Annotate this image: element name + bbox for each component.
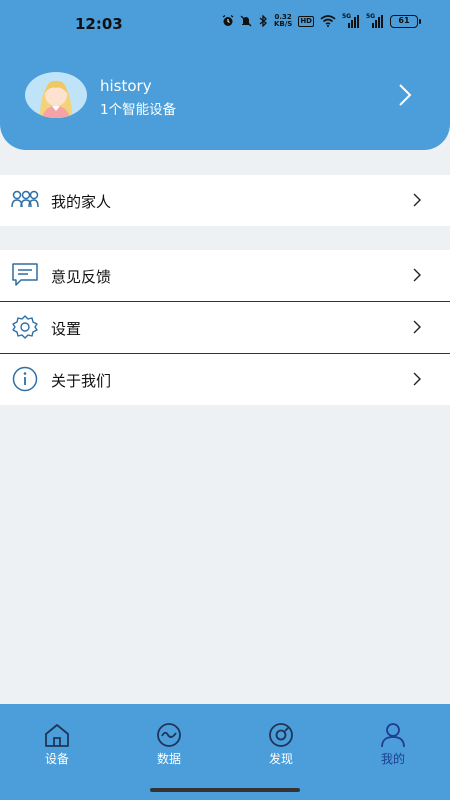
home-icon (45, 724, 69, 747)
feedback-icon (12, 263, 38, 286)
wifi-icon (320, 15, 336, 27)
tab-label-data: 数据 (156, 752, 181, 766)
bottom-tab-bar: 设备 数据 发现 我的 (0, 704, 450, 800)
bluetooth-icon (259, 15, 267, 27)
menu-label-about: 关于我们 (51, 372, 112, 390)
signal-5g-2: 5G (366, 13, 384, 28)
menu-item-family[interactable]: 我的家人 (0, 175, 450, 226)
tab-mine[interactable]: 我的 (363, 722, 423, 767)
family-icon (11, 190, 39, 208)
avatar[interactable] (25, 72, 87, 118)
hd-badge: HD (298, 15, 314, 27)
signal-5g-1: 5G (342, 13, 360, 28)
tab-devices[interactable]: 设备 (27, 722, 87, 767)
menu-group-settings: 意见反馈 设置 关于我们 (0, 250, 450, 405)
signal-bars-icon (348, 14, 359, 28)
chevron-right-icon (413, 372, 421, 386)
status-bar: 12:03 0.32 KB/S HD 5G 5G 61 (0, 0, 450, 46)
signal-bars-icon (372, 14, 383, 28)
menu-item-settings[interactable]: 设置 (0, 302, 450, 353)
gear-icon (12, 315, 38, 339)
menu-label-family: 我的家人 (51, 193, 112, 211)
battery-level: 61 (398, 15, 410, 25)
alarm-icon (222, 15, 234, 26)
tab-data[interactable]: 数据 (139, 722, 199, 767)
info-icon (12, 366, 38, 392)
status-time: 12:03 (75, 15, 123, 33)
chevron-right-icon (413, 268, 421, 282)
discover-icon (269, 723, 293, 747)
home-indicator[interactable] (150, 788, 300, 792)
profile-device-count: 1个智能设备 (100, 102, 177, 118)
profile-username: history (100, 77, 152, 95)
menu-group-family: 我的家人 (0, 175, 450, 226)
net-speed: 0.32 KB/S (274, 14, 292, 28)
net-speed-unit: KB/S (273, 20, 293, 28)
chevron-right-icon[interactable] (397, 83, 413, 107)
chart-icon (157, 723, 181, 747)
avatar-girl-icon (40, 80, 72, 118)
menu-item-about[interactable]: 关于我们 (0, 354, 450, 405)
menu-item-feedback[interactable]: 意见反馈 (0, 250, 450, 301)
menu-label-settings: 设置 (51, 320, 82, 338)
tab-discover[interactable]: 发现 (251, 722, 311, 767)
chevron-right-icon (413, 193, 421, 207)
profile-card[interactable]: history 1个智能设备 (0, 60, 450, 132)
tab-label-discover: 发现 (268, 752, 293, 766)
status-icons: 0.32 KB/S HD 5G 5G 61 (222, 13, 421, 28)
header-panel: 12:03 0.32 KB/S HD 5G 5G 61 history 1个智能… (0, 0, 450, 150)
tab-label-devices: 设备 (44, 752, 69, 766)
tab-label-mine: 我的 (380, 752, 405, 766)
chevron-right-icon (413, 320, 421, 334)
mute-icon (240, 15, 252, 27)
profile-icon (381, 723, 405, 748)
battery-indicator: 61 (390, 14, 421, 28)
menu-label-feedback: 意见反馈 (51, 268, 112, 286)
